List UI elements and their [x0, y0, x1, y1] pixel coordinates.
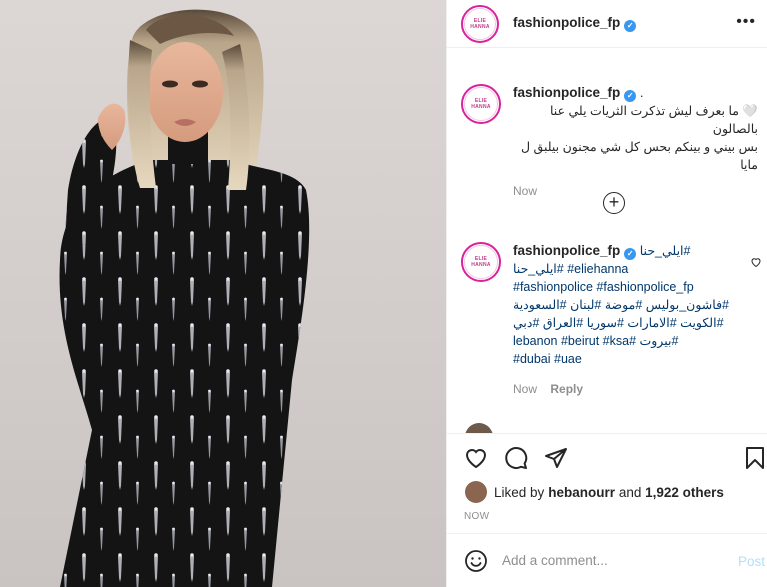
comment-meta: Now Reply: [513, 380, 738, 398]
header-username-text: fashionpolice_fp: [513, 15, 621, 30]
hashtag-link[interactable]: #ايلي_حنا: [640, 244, 691, 258]
liker-username[interactable]: hebanourr: [548, 485, 615, 500]
share-paper-plane-icon[interactable]: [544, 446, 568, 470]
caption-avatar[interactable]: ELIE HANNA: [461, 84, 501, 124]
comment-body: fashionpolice_fp ✓ #ايلي_حنا #ايلي_حنا #e…: [513, 242, 738, 398]
likes-prefix: Liked by: [494, 484, 545, 500]
reply-button[interactable]: Reply: [550, 382, 583, 396]
comment-bubble-icon[interactable]: [504, 446, 528, 470]
emoji-smiley-icon[interactable]: [464, 549, 488, 573]
next-comment-avatar: [465, 423, 493, 433]
caption-line-2: بس بيني و بينكم بحس كل شي مجنون بيلبق ل …: [520, 140, 758, 172]
post-timestamp: NOW: [464, 511, 490, 522]
likes-middle: and: [615, 484, 646, 500]
hashtag-line[interactable]: #dubai #uae: [513, 350, 738, 368]
hashtag-link[interactable]: #eliehanna: [567, 262, 628, 276]
save-bookmark-icon[interactable]: [743, 446, 767, 470]
caption-body: fashionpolice_fp ✓ . 🤍 ما بعرف ليش تذكرت …: [513, 84, 758, 198]
caption-line-1: 🤍 ما بعرف ليش تذكرت الثريات يلي عنا بالص…: [550, 104, 758, 136]
caption-time: Now: [513, 184, 538, 198]
verified-badge-icon: ✓: [624, 90, 637, 102]
load-more-comments-button[interactable]: +: [603, 192, 625, 214]
comment-avatar[interactable]: ELIE HANNA: [461, 242, 501, 282]
liker-avatar[interactable]: [465, 481, 487, 503]
avatar-logo: ELIE HANNA: [464, 7, 496, 40]
post-action-bar: [447, 433, 767, 481]
post-comment-button[interactable]: Post: [738, 554, 765, 569]
comment-avatar-logo: ELIE HANNA: [464, 245, 498, 279]
post-detail-panel: ELIE HANNA fashionpolice_fp ✓ ••• ELIE HA…: [446, 0, 767, 587]
comment-item: ELIE HANNA fashionpolice_fp ✓ #ايلي_حنا #…: [461, 242, 761, 398]
hashtag-line[interactable]: #fashionpolice #fashionpolice_fp: [513, 278, 738, 296]
verified-badge-icon: ✓: [624, 20, 637, 32]
hashtag-line[interactable]: #فاشون_بوليس #موضة #لبنان #السعودية: [513, 296, 738, 314]
like-heart-icon[interactable]: [464, 446, 488, 470]
post-header: ELIE HANNA fashionpolice_fp ✓ •••: [447, 0, 767, 48]
header-username[interactable]: fashionpolice_fp ✓: [513, 15, 637, 32]
photo-illustration: [59, 9, 310, 587]
post-photo[interactable]: [0, 0, 446, 587]
more-options-button[interactable]: •••: [736, 14, 756, 30]
add-comment-input[interactable]: [502, 553, 702, 568]
hashtag-link[interactable]: #ايلي_حنا: [513, 262, 564, 276]
post-caption: ELIE HANNA fashionpolice_fp ✓ . 🤍 ما بعرف…: [461, 84, 761, 198]
verified-badge-icon: ✓: [624, 248, 637, 260]
hashtag-line[interactable]: #بيروت #lebanon #beirut #ksa: [513, 332, 738, 350]
likes-summary: Liked by hebanourr and 1,922 others: [465, 481, 724, 503]
hashtag-line[interactable]: #الكويت #الامارات #سوريا #العراق #دبي: [513, 314, 738, 332]
author-avatar[interactable]: ELIE HANNA: [461, 4, 499, 43]
caption-username[interactable]: fashionpolice_fp: [513, 85, 620, 100]
next-comment-partial: [465, 423, 765, 433]
likes-count-link[interactable]: 1,922 others: [645, 485, 724, 500]
caption-avatar-logo: ELIE HANNA: [464, 87, 498, 121]
comment-time: Now: [513, 382, 538, 396]
caption-suffix: .: [636, 85, 644, 100]
add-comment-bar: Post: [447, 533, 767, 587]
like-comment-heart-icon[interactable]: [750, 256, 762, 268]
comment-username[interactable]: fashionpolice_fp: [513, 243, 620, 258]
